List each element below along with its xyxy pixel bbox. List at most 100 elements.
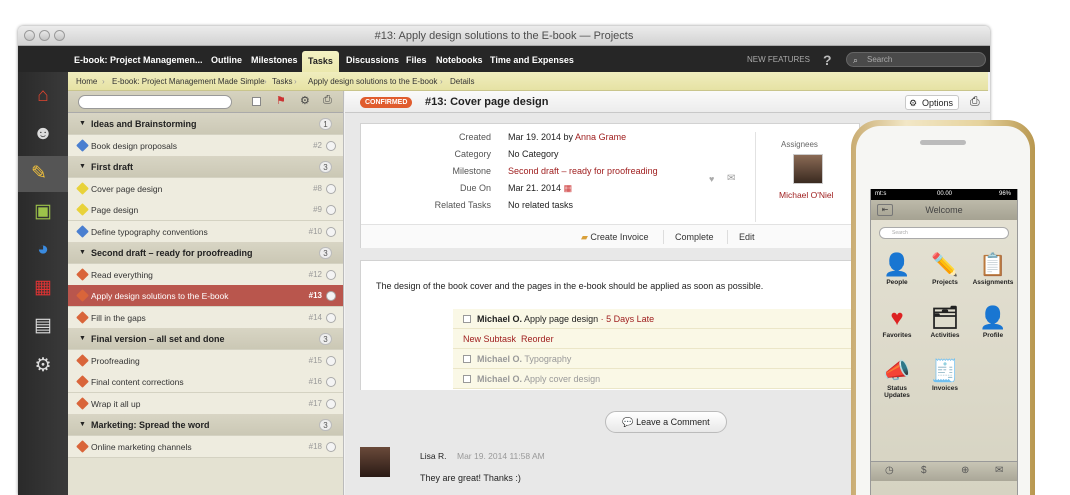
new-subtask-link[interactable]: New Subtask [463, 334, 516, 344]
tab-milestones[interactable]: Milestones [251, 46, 298, 72]
field-value[interactable]: Second draft – ready for proofreading [508, 166, 658, 176]
milestone-group[interactable]: ▼ Marketing: Spread the word 3 [68, 414, 343, 436]
milestone-group[interactable]: ▼ Second draft – ready for proofreading 3 [68, 242, 343, 264]
add-icon[interactable]: ⊕ [961, 465, 969, 476]
calendar-map-icon[interactable]: ▣ [31, 200, 55, 224]
phone-invoices[interactable]: 🧾 Invoices [923, 357, 967, 392]
breadcrumb-task[interactable]: Apply design solutions to the E-book [308, 72, 437, 91]
subtask-checkbox-checked[interactable] [463, 355, 471, 363]
phone-favorites[interactable]: ♥ Favorites [875, 304, 919, 339]
task-item[interactable]: Define typography conventions #10 [68, 220, 343, 243]
complete-button[interactable]: Complete [675, 225, 714, 249]
collapse-triangle-icon[interactable]: ▼ [79, 156, 86, 178]
subtask-row[interactable]: Michael O. Typography [453, 349, 853, 369]
breadcrumb-project[interactable]: E-book: Project Management Made Simple [112, 72, 265, 91]
collapse-triangle-icon[interactable]: ▼ [79, 113, 86, 135]
task-number: #13 [308, 291, 322, 300]
assignee-avatar[interactable] [793, 154, 823, 184]
phone-projects[interactable]: ✏️ Projects [923, 251, 967, 286]
help-icon[interactable]: ? [823, 46, 832, 72]
task-item[interactable]: Wrap it all up #17 [68, 392, 343, 415]
options-button[interactable]: ⚙ Options [905, 95, 960, 110]
heart-icon[interactable]: ♥ [709, 174, 714, 184]
gear-icon[interactable]: ⚙ [300, 94, 310, 107]
breadcrumb-tasks[interactable]: Tasks [272, 72, 292, 91]
print-icon[interactable]: ⎙ [323, 94, 332, 107]
notebook-icon[interactable]: ▤ [31, 314, 55, 338]
select-all-checkbox[interactable] [252, 97, 261, 106]
collapse-triangle-icon[interactable]: ▼ [79, 328, 86, 350]
milestone-group[interactable]: ▼ Final version – all set and done 3 [68, 328, 343, 350]
projects-icon[interactable]: ✎ [18, 156, 68, 192]
calendar-icon[interactable]: ▦ [31, 276, 55, 300]
leave-comment-button[interactable]: 💬 Leave a Comment [605, 411, 727, 433]
flag-icon[interactable]: ⚑ [276, 94, 286, 107]
task-item[interactable]: Page design #9 [68, 199, 343, 221]
tab-discussions[interactable]: Discussions [346, 46, 399, 72]
search-input[interactable]: Search [867, 53, 892, 67]
search-box[interactable]: ⌕ Search [846, 52, 986, 67]
new-features-link[interactable]: NEW FEATURES [747, 46, 810, 72]
chat-icon[interactable]: ✉ [995, 465, 1003, 476]
status-circle-icon[interactable] [326, 291, 336, 301]
status-circle-icon[interactable] [326, 183, 336, 194]
status-circle-icon[interactable] [326, 312, 336, 323]
subtask-checkbox[interactable] [463, 315, 471, 323]
collapse-triangle-icon[interactable]: ▼ [79, 414, 86, 436]
phone-assignments[interactable]: 📋 Assignments [971, 251, 1015, 286]
status-circle-icon[interactable] [326, 355, 336, 366]
breadcrumb-home[interactable]: Home [76, 72, 97, 91]
status-circle-icon[interactable] [326, 205, 336, 215]
status-circle-icon[interactable] [326, 377, 336, 387]
zoom-window-button[interactable] [54, 30, 65, 41]
status-circle-icon[interactable] [326, 140, 336, 151]
minimize-window-button[interactable] [39, 30, 50, 41]
task-item[interactable]: Proofreading #15 [68, 349, 343, 372]
project-name[interactable]: E-book: Project Managemen... [74, 46, 203, 72]
subtask-row[interactable]: Michael O. Apply cover design [453, 369, 853, 389]
tab-files[interactable]: Files [406, 46, 427, 72]
task-item[interactable]: Final content corrections #16 [68, 371, 343, 393]
close-window-button[interactable] [24, 30, 35, 41]
creator-link[interactable]: Anna Grame [575, 132, 626, 142]
mail-icon[interactable]: ✉ [727, 173, 735, 184]
dollar-icon[interactable]: $ [921, 465, 927, 476]
print-icon[interactable]: ⎙ [970, 94, 980, 109]
create-invoice-button[interactable]: ▰ Create Invoice [581, 225, 648, 249]
tab-notebooks[interactable]: Notebooks [436, 46, 483, 72]
clock-icon[interactable]: ◷ [885, 465, 894, 476]
status-circle-icon[interactable] [326, 269, 336, 280]
phone-profile[interactable]: 👤 Profile [971, 304, 1015, 339]
task-item[interactable]: Book design proposals #2 [68, 134, 343, 157]
phone-status-updates[interactable]: 📣 Status Updates [875, 357, 919, 399]
milestone-group[interactable]: ▼ Ideas and Brainstorming 1 [68, 113, 343, 135]
milestone-group[interactable]: ▼ First draft 3 [68, 156, 343, 178]
tab-tasks[interactable]: Tasks [302, 51, 339, 72]
filter-input[interactable] [78, 95, 232, 109]
phone-search-input[interactable]: Search [879, 227, 1009, 239]
task-item[interactable]: Online marketing channels #18 [68, 435, 343, 458]
settings-gear-icon[interactable]: ⚙ [31, 354, 55, 378]
phone-people[interactable]: 👤 People [875, 251, 919, 286]
tab-outline[interactable]: Outline [211, 46, 242, 72]
collapse-triangle-icon[interactable]: ▼ [79, 242, 86, 264]
people-icon[interactable]: ☻ [31, 122, 55, 146]
task-item[interactable]: Fill in the gaps #14 [68, 306, 343, 329]
status-circle-icon[interactable] [326, 226, 336, 237]
phone-activities[interactable]: 🗂 Activities [923, 304, 967, 339]
reorder-link[interactable]: Reorder [521, 334, 554, 344]
subtask-checkbox-checked[interactable] [463, 375, 471, 383]
tab-time-and-expenses[interactable]: Time and Expenses [490, 46, 574, 72]
task-item[interactable]: Read everything #12 [68, 263, 343, 286]
edit-button[interactable]: Edit [739, 225, 755, 249]
status-circle-icon[interactable] [326, 441, 336, 452]
task-item-selected[interactable]: Apply design solutions to the E-book #13 [68, 285, 343, 307]
status-circle-icon[interactable] [326, 398, 336, 409]
home-icon[interactable]: ⌂ [31, 84, 55, 108]
reports-pie-icon[interactable]: ◕ [31, 238, 55, 262]
logout-icon[interactable]: ⇤ [877, 204, 893, 216]
task-item[interactable]: Cover page design #8 [68, 177, 343, 200]
assignee-name[interactable]: Michael O'Niel [779, 190, 834, 200]
subtask-row[interactable]: Michael O. Apply page design · 5 Days La… [453, 309, 853, 329]
calendar-icon[interactable]: ▦ [564, 183, 573, 193]
